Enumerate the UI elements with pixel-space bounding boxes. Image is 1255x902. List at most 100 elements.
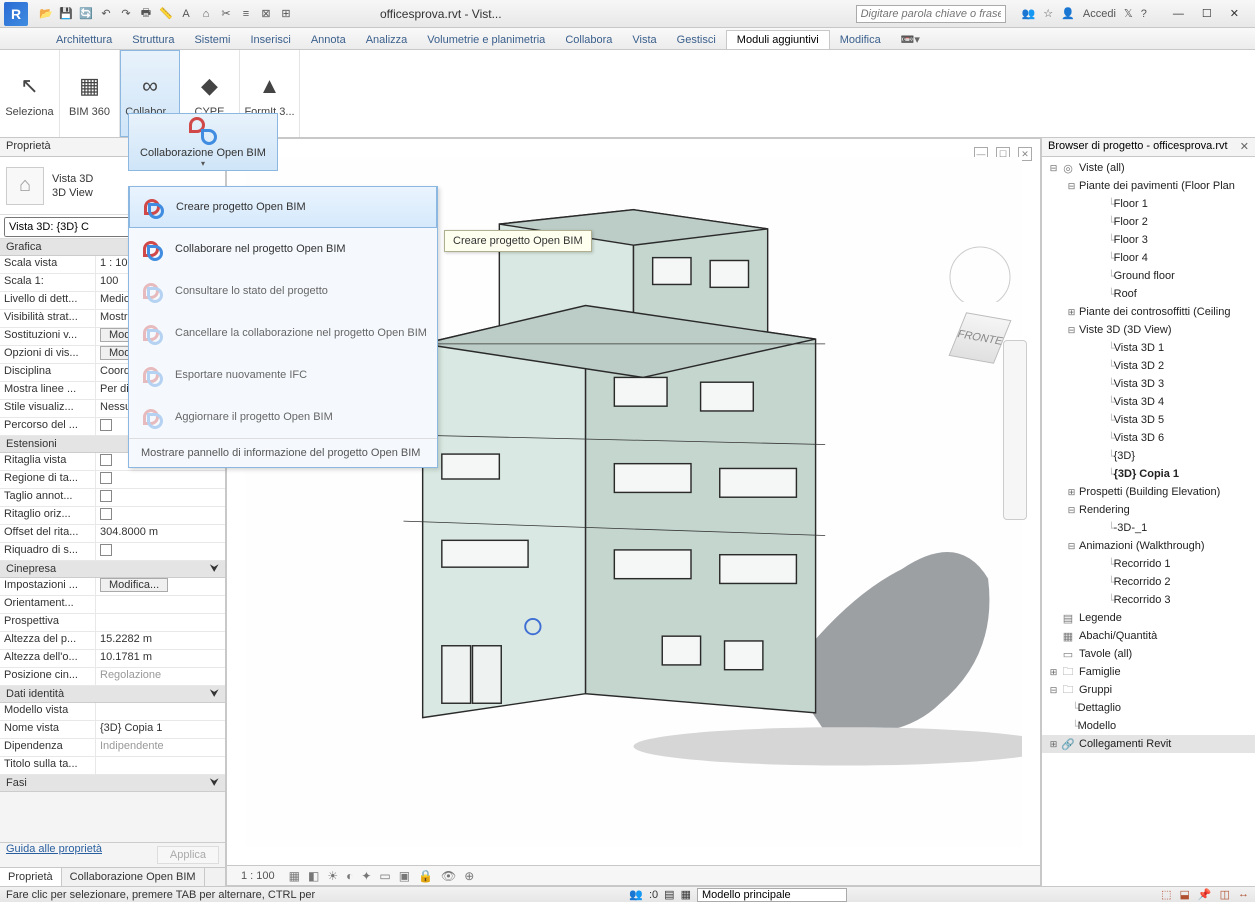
dropdown-item-0[interactable]: Creare progetto Open BIM [129,186,437,228]
tree-item[interactable]: ▦Abachi/Quantità [1042,627,1255,645]
tree-item[interactable]: ⊟🗀Gruppi [1042,681,1255,699]
prop-row[interactable]: Nome vista{3D} Copia 1 [0,721,225,739]
tree-item[interactable]: └ Vista 3D 1 [1042,339,1255,357]
crop-visible-icon[interactable]: ▣ [399,869,410,883]
tree-item[interactable]: └ Modello [1042,717,1255,735]
tree-item[interactable]: └ Recorrido 2 [1042,573,1255,591]
qat-open-icon[interactable]: 📂 [38,6,54,22]
prop-row[interactable]: Regione di ta... [0,471,225,489]
reveal-icon[interactable]: ⊕ [464,869,474,883]
prop-section-fasi[interactable]: Fasi⮟ [0,775,225,792]
properties-help-link[interactable]: Guida alle proprietà [0,839,108,859]
lock-icon[interactable]: 🔒 [418,869,433,883]
tree-item[interactable]: ⊞Piante dei controsoffitti (Ceiling [1042,303,1255,321]
ribbon-tab-volumetrie-e-planimetria[interactable]: Volumetrie e planimetria [417,31,555,49]
ribbon-tab-gestisci[interactable]: Gestisci [667,31,726,49]
tree-item[interactable]: ⊟Piante dei pavimenti (Floor Plan [1042,177,1255,195]
visual-style-icon[interactable]: ◧ [308,869,319,883]
qat-redo-icon[interactable]: ↷ [118,6,134,22]
ribbon-tab-vista[interactable]: Vista [622,31,666,49]
crop-icon[interactable]: ▭ [379,869,390,883]
browser-close-icon[interactable]: ✕ [1240,140,1249,153]
qat-save-icon[interactable]: 💾 [58,6,74,22]
rendering-icon[interactable]: ✦ [361,869,371,883]
status-worksets-icon[interactable]: 👥 [629,888,643,901]
signin-label[interactable]: Accedi [1083,8,1116,20]
ribbon-tab-modifica[interactable]: Modifica [830,31,891,49]
select-pinned-icon[interactable]: 📌 [1198,888,1212,901]
ribbon-seleziona-button[interactable]: ↖Seleziona [0,50,60,137]
close-button[interactable]: ✕ [1230,7,1239,20]
prop-row[interactable]: Prospettiva [0,614,225,632]
prop-row[interactable]: Titolo sulla ta... [0,757,225,775]
dropdown-footer[interactable]: Mostrare pannello di informazione del pr… [129,438,437,467]
tree-item[interactable]: └ Vista 3D 5 [1042,411,1255,429]
properties-apply-button[interactable]: Applica [157,846,219,864]
infocenter-icon[interactable]: 👥 [1022,7,1036,20]
prop-row[interactable]: Posizione cin...Regolazione [0,668,225,686]
sun-path-icon[interactable]: ☀ [327,869,338,883]
minimize-button[interactable]: — [1173,8,1184,20]
prop-row[interactable]: DipendenzaIndipendente [0,739,225,757]
ribbon-bim-360-button[interactable]: ▦BIM 360 [60,50,120,137]
tree-item[interactable]: └ Recorrido 1 [1042,555,1255,573]
qat-section-icon[interactable]: ✂ [218,6,234,22]
prop-tab-1[interactable]: Collaborazione Open BIM [62,868,205,886]
tree-item[interactable]: ⊞🗀Famiglie [1042,663,1255,681]
prop-row[interactable]: Modello vista [0,703,225,721]
shadows-icon[interactable]: ◐ [346,869,353,883]
qat-sync-icon[interactable]: 🔄 [78,6,94,22]
revit-app-icon[interactable]: R [4,2,28,26]
prop-row[interactable]: Impostazioni ...Modifica... [0,578,225,596]
browser-tree[interactable]: ⊟◎Viste (all)⊟Piante dei pavimenti (Floo… [1042,157,1255,886]
prop-row[interactable]: Riquadro di s... [0,543,225,561]
prop-row[interactable]: Orientament... [0,596,225,614]
prop-row[interactable]: Offset del rita...304.8000 m [0,525,225,543]
tree-item[interactable]: └ Vista 3D 2 [1042,357,1255,375]
drag-elements-icon[interactable]: ↔ [1238,888,1249,901]
prop-row[interactable]: Altezza del p...15.2282 m [0,632,225,650]
tree-item[interactable]: └ -3D-_1 [1042,519,1255,537]
prop-row[interactable]: Taglio annot... [0,489,225,507]
qat-text-icon[interactable]: A [178,6,194,22]
ribbon-tab-analizza[interactable]: Analizza [356,31,418,49]
signin-icon[interactable]: 👤 [1061,7,1075,20]
qat-undo-icon[interactable]: ↶ [98,6,114,22]
navigation-bar[interactable] [1003,340,1027,520]
view-scale[interactable]: 1 : 100 [235,870,281,882]
view-cube[interactable]: FRONTE [945,232,1015,302]
tree-item[interactable]: └ {3D} [1042,447,1255,465]
prop-section-cinepresa[interactable]: Cinepresa⮟ [0,561,225,578]
tree-item[interactable]: └ Recorrido 3 [1042,591,1255,609]
tree-item[interactable]: └ Roof [1042,285,1255,303]
maximize-button[interactable]: ☐ [1202,7,1212,20]
tree-item[interactable]: ⊞Prospetti (Building Elevation) [1042,483,1255,501]
ribbon-tab-annota[interactable]: Annota [301,31,356,49]
status-editable-icon[interactable]: ▤ [664,888,674,901]
qat-3d-icon[interactable]: ⌂ [198,6,214,22]
tree-item[interactable]: └ Floor 4 [1042,249,1255,267]
prop-row[interactable]: Ritaglio oriz... [0,507,225,525]
ribbon-overflow[interactable]: 📼▾ [891,30,930,49]
ribbon-tab-moduli-aggiuntivi[interactable]: Moduli aggiuntivi [726,30,830,49]
qat-measure-icon[interactable]: 📏 [158,6,174,22]
ribbon-tab-sistemi[interactable]: Sistemi [184,31,240,49]
select-links-icon[interactable]: ⬚ [1161,888,1171,901]
tree-item[interactable]: └ Vista 3D 6 [1042,429,1255,447]
prop-section-dati identità[interactable]: Dati identità⮟ [0,686,225,703]
detail-level-icon[interactable]: ▦ [289,869,300,883]
tree-item[interactable]: └ Floor 2 [1042,213,1255,231]
tree-item[interactable]: └ {3D} Copia 1 [1042,465,1255,483]
ribbon-tab-inserisci[interactable]: Inserisci [241,31,301,49]
tree-item[interactable]: ▤Legende [1042,609,1255,627]
tree-item[interactable]: └ Ground floor [1042,267,1255,285]
tree-item[interactable]: └ Floor 1 [1042,195,1255,213]
qat-close-hidden-icon[interactable]: ⊠ [258,6,274,22]
tree-item[interactable]: ⊟◎Viste (all) [1042,159,1255,177]
tree-item[interactable]: ⊟Viste 3D (3D View) [1042,321,1255,339]
ribbon-tab-struttura[interactable]: Struttura [122,31,184,49]
tree-item[interactable]: └ Floor 3 [1042,231,1255,249]
tree-item[interactable]: ⊞🔗Collegamenti Revit [1042,735,1255,753]
select-underlay-icon[interactable]: ⬓ [1179,888,1189,901]
qat-print-icon[interactable]: 🖶 [138,6,154,22]
